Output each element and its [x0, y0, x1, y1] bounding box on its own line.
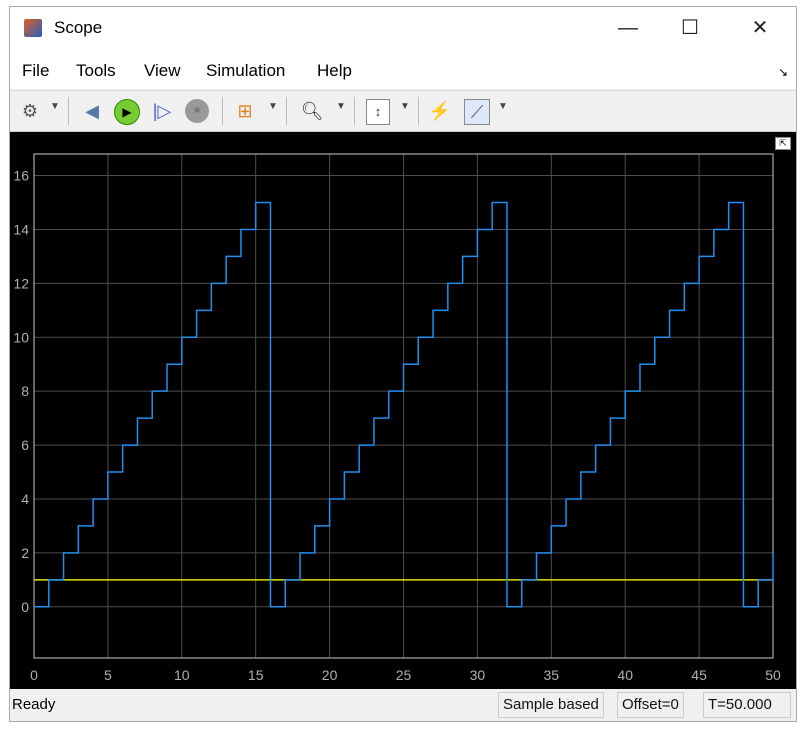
dock-icon[interactable]: ↘ [778, 65, 788, 79]
chevron-down-icon[interactable]: ▼ [50, 101, 60, 112]
chevron-down-icon[interactable]: ▼ [498, 101, 508, 112]
y-tick-label: 14 [13, 221, 29, 237]
trigger-icon[interactable]: ⚡ [428, 99, 452, 123]
maximize-button[interactable]: ☐ [670, 13, 710, 43]
gear-icon[interactable]: ⚙ [18, 99, 42, 123]
separator [418, 97, 419, 125]
undock-icon[interactable]: ⇱ [775, 137, 791, 150]
run-icon[interactable]: ▶ [114, 99, 140, 125]
x-tick-label: 0 [30, 667, 38, 683]
menu-tools[interactable]: Tools [76, 61, 116, 81]
status-text: Ready [12, 696, 56, 713]
minimize-button[interactable]: — [608, 13, 648, 43]
step-forward-icon[interactable]: |▷ [150, 99, 174, 123]
title-bar: Scope — ☐ ✕ [10, 7, 796, 51]
x-tick-label: 20 [322, 667, 338, 683]
y-tick-label: 0 [21, 599, 29, 615]
offset-readout: Offset=0 [617, 692, 684, 718]
x-tick-label: 40 [617, 667, 633, 683]
window-title: Scope [54, 18, 103, 37]
y-tick-label: 4 [21, 491, 29, 507]
y-tick-label: 2 [21, 545, 29, 561]
y-tick-label: 10 [13, 329, 29, 345]
x-tick-label: 50 [765, 667, 781, 683]
x-tick-label: 15 [248, 667, 264, 683]
x-tick-label: 5 [104, 667, 112, 683]
separator [222, 97, 223, 125]
scope-window: Scope — ☐ ✕ File Tools View Simulation H… [9, 6, 797, 722]
signal-hierarchy-icon[interactable]: ⊞ [232, 99, 258, 123]
stop-icon[interactable]: ■ [185, 99, 209, 123]
x-tick-label: 30 [470, 667, 486, 683]
step-back-icon[interactable]: ◀ [80, 99, 104, 123]
scale-axes-icon[interactable]: ↕ [366, 99, 390, 125]
menu-simulation[interactable]: Simulation [206, 61, 285, 81]
y-tick-label: 16 [13, 168, 29, 184]
x-tick-label: 25 [396, 667, 412, 683]
y-tick-label: 6 [21, 437, 29, 453]
menu-help[interactable]: Help [317, 61, 352, 81]
menu-file[interactable]: File [22, 61, 49, 81]
x-tick-label: 10 [174, 667, 190, 683]
menu-view[interactable]: View [144, 61, 181, 81]
close-button[interactable]: ✕ [740, 13, 780, 43]
sample-mode: Sample based [498, 692, 604, 718]
y-tick-label: 8 [21, 383, 29, 399]
time-readout: T=50.000 [703, 692, 791, 718]
separator [354, 97, 355, 125]
toolbar: ⚙ ▼ ◀ ▶ |▷ ■ ⊞ ▼ 🔍︎ ▼ ↕ ▼ ⚡ ⟋ ▼ [10, 90, 796, 132]
zoom-icon[interactable]: 🔍︎ [300, 99, 324, 123]
scope-display[interactable]: 0 5 10 15 20 25 30 35 40 45 50 0 2 4 6 8 10 12 14 16 ⇱ [10, 132, 796, 689]
matlab-icon [24, 19, 42, 37]
plot-svg: 0 5 10 15 20 25 30 35 40 45 50 0 2 4 6 8 10 12 14 16 [13, 153, 781, 683]
status-bar: Ready Sample based Offset=0 T=50.000 [10, 689, 796, 721]
x-tick-label: 45 [691, 667, 707, 683]
chevron-down-icon[interactable]: ▼ [400, 101, 410, 112]
menu-bar: File Tools View Simulation Help ↘ [10, 51, 796, 89]
separator [68, 97, 69, 125]
separator [286, 97, 287, 125]
x-tick-label: 35 [544, 667, 560, 683]
measurement-icon[interactable]: ⟋ [464, 99, 490, 125]
chevron-down-icon[interactable]: ▼ [336, 101, 346, 112]
chevron-down-icon[interactable]: ▼ [268, 101, 278, 112]
y-tick-label: 12 [13, 275, 29, 291]
